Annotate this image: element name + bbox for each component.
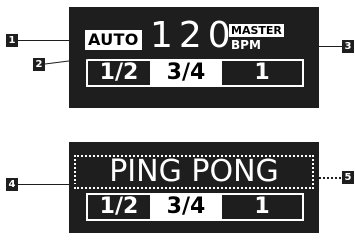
- loop-option-one: 1: [222, 195, 304, 219]
- mode-text: PING PONG: [109, 154, 279, 189]
- callout-1-leader: [18, 40, 84, 41]
- callout-3: 3: [342, 40, 354, 53]
- callout-3-leader: [280, 46, 342, 47]
- master-indicator: MASTER: [229, 24, 284, 37]
- callout-2-leader: [45, 48, 164, 65]
- loop-option-half: 1/2: [86, 195, 150, 219]
- loop-option-three-quarter-selected: 3/4: [152, 195, 220, 219]
- callout-5: 5: [342, 171, 354, 184]
- bpm-unit-label: BPM: [231, 38, 261, 52]
- callout-5-leader: [314, 177, 341, 179]
- loop-length-row-bottom: 1/2 3/4 1: [86, 193, 304, 221]
- callout-2: 2: [33, 58, 45, 71]
- loop-option-one: 1: [222, 61, 304, 85]
- callout-4: 4: [6, 178, 18, 191]
- callout-4-leader: [18, 184, 90, 185]
- callout-1: 1: [6, 34, 18, 47]
